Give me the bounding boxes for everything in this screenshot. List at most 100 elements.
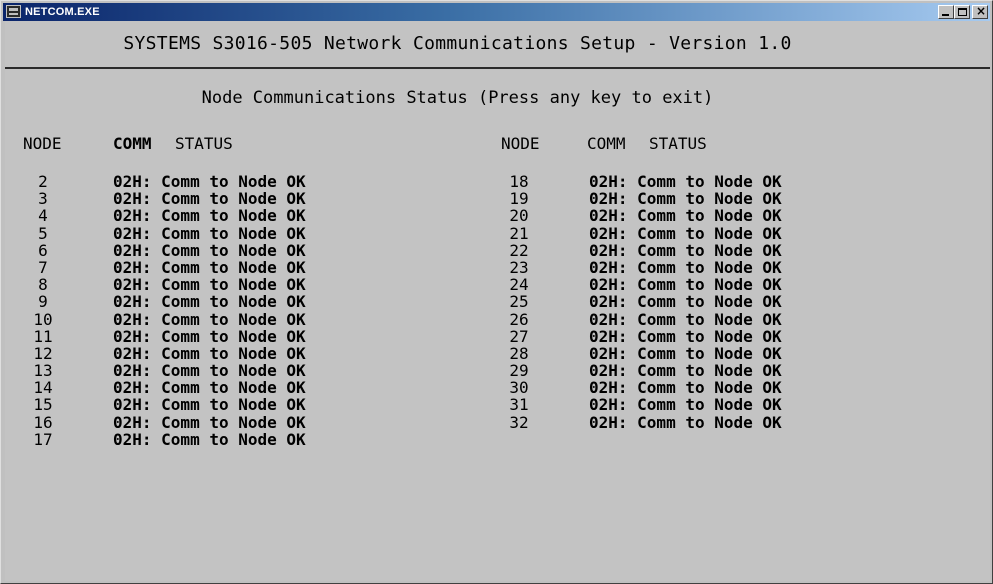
node-number: 7: [38, 257, 48, 277]
node-number: 15: [33, 395, 53, 415]
node-number: 20: [509, 206, 529, 226]
comm-status: 02H: Comm to Node OK: [589, 292, 782, 312]
node-number: 10: [33, 309, 53, 329]
comm-status: 02H: Comm to Node OK: [589, 223, 782, 243]
node-number: 6: [38, 240, 48, 260]
node-status-row: 11 02H: Comm to Node OK: [5, 328, 485, 345]
node-status-row: 25 02H: Comm to Node OK: [481, 293, 961, 310]
node-status-row: 3 02H: Comm to Node OK: [5, 190, 485, 207]
comm-status: 02H: Comm to Node OK: [589, 395, 782, 415]
node-column-header: NODE: [23, 134, 62, 153]
comm-status: 02H: Comm to Node OK: [113, 240, 306, 260]
node-number: 3: [38, 189, 48, 209]
comm-status: 02H: Comm to Node OK: [113, 309, 306, 329]
close-icon: ×: [975, 4, 987, 18]
app-header-title: SYSTEMS S3016-505 Network Communications…: [123, 33, 792, 54]
node-status-row: 8 02H: Comm to Node OK: [5, 276, 485, 293]
status-column-header: STATUS: [175, 134, 233, 153]
comm-status: 02H: Comm to Node OK: [113, 223, 306, 243]
comm-status: 02H: Comm to Node OK: [589, 206, 782, 226]
comm-status: 02H: Comm to Node OK: [589, 361, 782, 381]
node-number: 18: [509, 172, 529, 191]
node-status-row: 4 02H: Comm to Node OK: [5, 207, 485, 224]
comm-status: 02H: Comm to Node OK: [589, 326, 782, 346]
window-title: NETCOM.EXE: [25, 6, 100, 18]
comm-status: 02H: Comm to Node OK: [113, 429, 306, 449]
node-status-row: 30 02H: Comm to Node OK: [481, 379, 961, 396]
node-number: 11: [33, 326, 53, 346]
node-column-header: NODE: [501, 134, 540, 153]
node-status-row: 5 02H: Comm to Node OK: [5, 225, 485, 242]
close-button[interactable]: ×: [972, 4, 988, 19]
app-header: SYSTEMS S3016-505 Network Communications…: [5, 21, 990, 69]
console-app-icon[interactable]: [6, 5, 21, 18]
comm-status: 02H: Comm to Node OK: [113, 206, 306, 226]
node-status-row: 2 02H: Comm to Node OK: [5, 173, 485, 190]
console-window: NETCOM.EXE × SYSTEMS S3016-505 Network C…: [0, 0, 993, 584]
node-number: 19: [509, 189, 529, 209]
node-status-row: 14 02H: Comm to Node OK: [5, 379, 485, 396]
comm-status: 02H: Comm to Node OK: [113, 395, 306, 415]
node-number: 25: [509, 292, 529, 312]
node-number: 16: [33, 412, 53, 432]
comm-status: 02H: Comm to Node OK: [589, 257, 782, 277]
node-number: 26: [509, 309, 529, 329]
node-status-row: 28 02H: Comm to Node OK: [481, 345, 961, 362]
node-number: 29: [509, 361, 529, 381]
node-status-row: 10 02H: Comm to Node OK: [5, 311, 485, 328]
node-status-row: 9 02H: Comm to Node OK: [5, 293, 485, 310]
node-number: 23: [509, 257, 529, 277]
node-status-row: 24 02H: Comm to Node OK: [481, 276, 961, 293]
node-status-row: 18 02H: Comm to Node OK: [481, 173, 961, 190]
node-status-list-left: 2 02H: Comm to Node OK 3 02H: Comm to Node…: [5, 173, 485, 448]
node-number: 27: [509, 326, 529, 346]
node-status-row: 32 02H: Comm to Node OK: [481, 414, 961, 431]
node-status-row: 31 02H: Comm to Node OK: [481, 396, 961, 413]
node-status-row: 12 02H: Comm to Node OK: [5, 345, 485, 362]
node-status-row: 23 02H: Comm to Node OK: [481, 259, 961, 276]
comm-status: 02H: Comm to Node OK: [113, 343, 306, 363]
comm-status: 02H: Comm to Node OK: [589, 240, 782, 260]
node-number: 2: [38, 172, 48, 191]
comm-status: 02H: Comm to Node OK: [113, 412, 306, 432]
node-number: 4: [38, 206, 48, 226]
node-status-row: 27 02H: Comm to Node OK: [481, 328, 961, 345]
maximize-button[interactable]: [954, 5, 970, 19]
node-number: 14: [33, 378, 53, 398]
node-number: 22: [509, 240, 529, 260]
comm-status: 02H: Comm to Node OK: [113, 189, 306, 209]
minimize-button[interactable]: [938, 5, 954, 19]
comm-status: 02H: Comm to Node OK: [589, 172, 782, 191]
comm-status: 02H: Comm to Node OK: [113, 378, 306, 398]
comm-status: 02H: Comm to Node OK: [589, 309, 782, 329]
node-number: 21: [509, 223, 529, 243]
node-status-row: 16 02H: Comm to Node OK: [5, 414, 485, 431]
node-status-row: 6 02H: Comm to Node OK: [5, 242, 485, 259]
node-number: 32: [509, 412, 529, 432]
comm-status: 02H: Comm to Node OK: [113, 361, 306, 381]
node-number: 17: [33, 429, 53, 449]
comm-status: 02H: Comm to Node OK: [589, 343, 782, 363]
node-status-row: 21 02H: Comm to Node OK: [481, 225, 961, 242]
node-number: 30: [509, 378, 529, 398]
node-number: 12: [33, 343, 53, 363]
node-number: 24: [509, 275, 529, 295]
node-number: 31: [509, 395, 529, 415]
node-number: 28: [509, 343, 529, 363]
node-status-row: 15 02H: Comm to Node OK: [5, 396, 485, 413]
title-bar[interactable]: NETCOM.EXE ×: [3, 3, 990, 21]
comm-status: 02H: Comm to Node OK: [589, 412, 782, 432]
comm-status: 02H: Comm to Node OK: [113, 292, 306, 312]
node-status-row: 26 02H: Comm to Node OK: [481, 311, 961, 328]
node-number: 9: [38, 292, 48, 312]
comm-column-header: COMM: [587, 134, 626, 153]
status-column-header: STATUS: [649, 134, 707, 153]
comm-status: 02H: Comm to Node OK: [113, 257, 306, 277]
node-status-row: 19 02H: Comm to Node OK: [481, 190, 961, 207]
minimize-icon: [942, 14, 949, 16]
comm-status: 02H: Comm to Node OK: [113, 275, 306, 295]
node-number: 8: [38, 275, 48, 295]
node-status-row: 13 02H: Comm to Node OK: [5, 362, 485, 379]
node-status-row: 22 02H: Comm to Node OK: [481, 242, 961, 259]
node-status-row: 17 02H: Comm to Node OK: [5, 431, 485, 448]
